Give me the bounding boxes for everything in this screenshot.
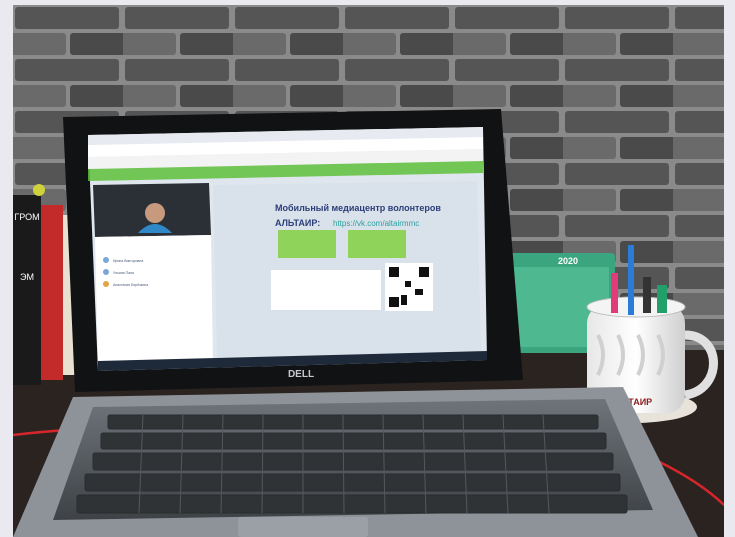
slide-chart	[271, 270, 381, 310]
book-spine-1: ГРОМ	[14, 212, 39, 222]
touchpad	[238, 517, 368, 537]
laptop-base	[13, 387, 698, 537]
slide-subtitle: АЛЬТАИР:	[275, 218, 320, 228]
slide-photo-1	[278, 230, 336, 258]
participant-2: Ульяна Пана	[113, 271, 134, 275]
photo: ГРОМ ЭМ 2020 АЛЬТАИР DELL Ирина Викторов…	[13, 5, 724, 537]
participant-3: Анастасия Берёзкина	[113, 283, 148, 287]
slide-link[interactable]: https://vk.com/altairmmc	[333, 219, 419, 228]
participants-panel	[95, 235, 213, 367]
image-frame: ГРОМ ЭМ 2020 АЛЬТАИР DELL Ирина Викторов…	[0, 0, 735, 537]
photo-scene: ГРОМ ЭМ 2020 АЛЬТАИР DELL Ирина Викторов…	[13, 5, 724, 537]
book-spine-2: ЭМ	[20, 272, 34, 282]
calendar-year: 2020	[558, 256, 578, 266]
laptop-brand: DELL	[288, 369, 314, 380]
participant-1: Ирина Викторовна	[113, 259, 143, 263]
slide-photo-2	[348, 230, 406, 258]
slide-title: Мобильный медиацентр волонтеров	[275, 203, 441, 213]
screen-content: Ирина Викторовна Ульяна Пана Анастасия Б…	[88, 127, 487, 371]
